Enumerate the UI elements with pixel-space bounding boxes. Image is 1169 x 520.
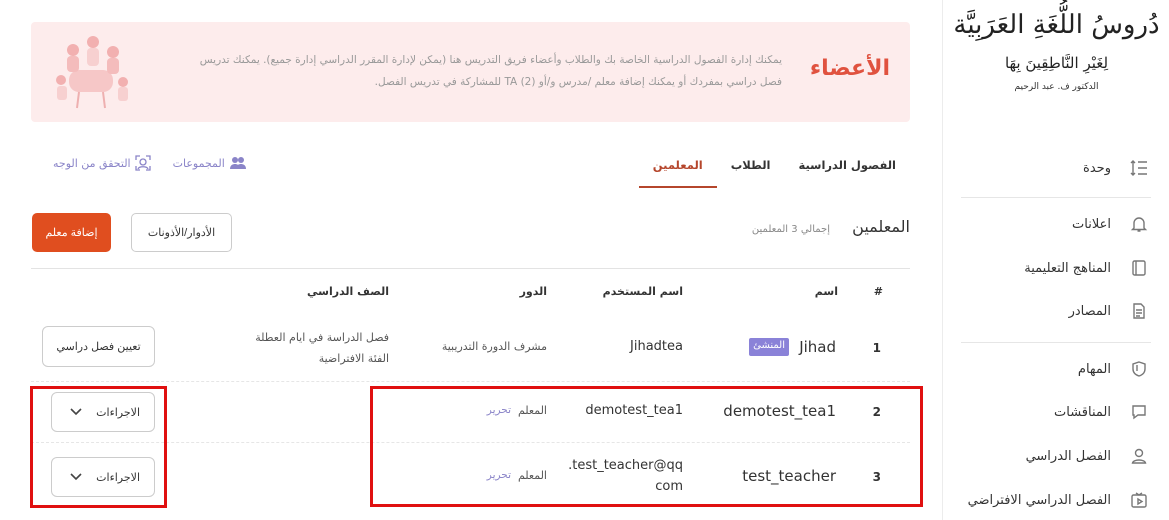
sidebar-item-classroom[interactable]: الفصل الدراسي <box>943 436 1169 476</box>
user-icon <box>1129 446 1149 466</box>
member-tabs: الفصول الدراسية الطلاب المعلمين <box>638 150 910 188</box>
course-logo: دُروسُ اللُّغَةِ العَرَبِيَّة لِغَيْرِ ا… <box>953 10 1160 92</box>
column-header-class: الصف الدراسي <box>307 285 389 298</box>
role: مشرف الدورة التدريبية <box>441 340 547 353</box>
members-banner: الأعضاء يمكنك إدارة الفصول الدراسية الخا… <box>31 22 910 122</box>
face-scan-icon <box>134 155 151 171</box>
banner-title: الأعضاء <box>809 56 890 81</box>
groups-link[interactable]: المجموعات <box>173 155 247 171</box>
column-header-num: # <box>873 285 883 298</box>
sidebar-item-tasks[interactable]: المهام <box>943 349 1169 389</box>
sidebar-item-announcements[interactable]: اعلانات <box>943 204 1169 244</box>
sidebar: دُروسُ اللُّغَةِ العَرَبِيَّة لِغَيْرِ ا… <box>942 0 1169 520</box>
video-icon <box>1129 490 1149 510</box>
column-header-name: اسم <box>814 285 838 298</box>
username: Jihadtea <box>630 339 683 354</box>
groups-icon <box>229 157 246 169</box>
document-icon <box>1129 301 1149 321</box>
tab-students[interactable]: الطلاب <box>717 150 785 188</box>
people-illustration-icon <box>56 36 128 109</box>
book-icon <box>1129 258 1149 278</box>
sidebar-divider <box>961 342 1151 343</box>
row-divider <box>31 381 910 382</box>
highlight-box-rows <box>370 386 923 507</box>
teacher-count: إجمالي 3 المعلمين <box>751 224 830 235</box>
column-header-username: اسم المستخدم <box>602 285 683 298</box>
creator-badge: المنشئ <box>749 338 789 356</box>
sidebar-divider <box>961 197 1151 198</box>
sidebar-item-resources[interactable]: المصادر <box>943 291 1169 331</box>
class-names: فصل الدراسة في ايام العطلة الفئة الافترا… <box>255 331 389 365</box>
sidebar-item-unit[interactable]: وحدة <box>943 148 1169 188</box>
highlight-box-actions <box>30 386 167 508</box>
sidebar-item-curricula[interactable]: المناهج التعليمية <box>943 248 1169 288</box>
toolbar-links: المجموعات التحقق من الوجه <box>31 155 247 171</box>
sidebar-item-virtual-classroom[interactable]: الفصل الدراسي الافتراضي <box>943 480 1169 520</box>
add-teacher-button[interactable]: إضافة معلم <box>32 213 111 252</box>
chat-icon <box>1129 402 1149 422</box>
tab-teachers[interactable]: المعلمين <box>638 150 717 188</box>
banner-description: يمكنك إدارة الفصول الدراسية الخاصة بك وا… <box>199 54 782 88</box>
column-header-role: الدور <box>519 285 547 298</box>
bell-icon <box>1129 214 1149 234</box>
section-title: المعلمين <box>852 217 910 236</box>
table-divider <box>31 268 910 269</box>
shield-icon <box>1129 359 1149 379</box>
roles-permissions-button[interactable]: الأدوار/الأذونات <box>131 213 232 252</box>
list-indent-icon <box>1129 158 1149 178</box>
assign-class-button[interactable]: تعيين فصل دراسي <box>42 326 155 367</box>
face-verify-link[interactable]: التحقق من الوجه <box>53 155 151 171</box>
sidebar-item-discussions[interactable]: المناقشات <box>943 392 1169 432</box>
teacher-name: Jihad <box>799 338 836 356</box>
tab-classes[interactable]: الفصول الدراسية <box>784 150 910 188</box>
